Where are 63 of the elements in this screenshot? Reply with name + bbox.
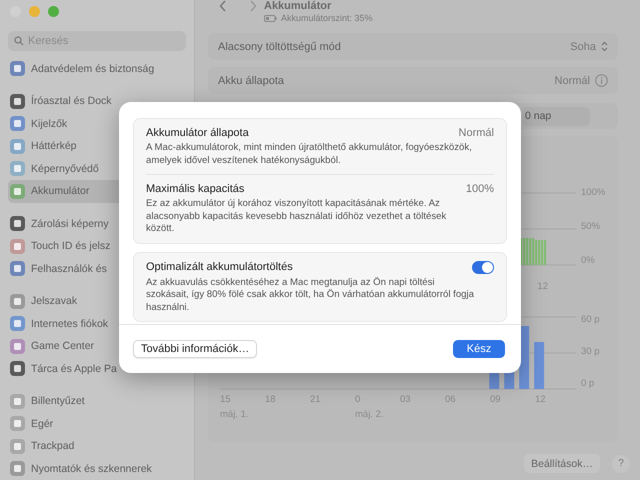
toggle-switch[interactable] [472,260,494,274]
sidebar-app-icon [10,94,25,109]
forward-button[interactable] [249,0,257,12]
sidebar-app-icon [10,461,25,476]
sidebar-item[interactable]: Felhasználók és [8,258,119,280]
sidebar-item[interactable]: Trackpad [8,435,119,458]
more-info-button[interactable]: További információk… [133,340,258,358]
page-title: Akkumulátor [264,0,332,12]
minimize-button[interactable] [29,6,40,17]
sidebar-app-icon [10,184,25,199]
sidebar-app-icon [10,316,25,332]
sidebar-app-icon [10,116,25,132]
sidebar-app-icon [10,416,25,432]
sidebar-app-icon [10,338,25,354]
info-icon[interactable] [595,74,608,87]
setting-label: Akku állapota [218,74,284,86]
sidebar-app-icon [10,261,25,276]
sidebar-item[interactable]: Akkumulátor [8,180,119,202]
sidebar-item[interactable]: Zárolási képerny [8,212,119,235]
sidebar-app-icon [10,61,25,76]
sidebar-item[interactable]: Jelszavak [8,290,119,312]
sidebar-item[interactable]: Billentyűzet [8,390,119,412]
row-description: A Mac-akkumulátorok, mint minden újratölthető akkumulátor, fogyóeszközök, amelyek idővel veszítenek hatékonyságukból. [146,142,473,167]
sidebar-app-icon [10,216,25,232]
sidebar-app-icon [10,238,25,254]
row-description: Ez az akkumulátor új korához viszonyított kapacitásának mértéke. Az alacsonyabb kapacitás kevesebb használati időhöz vezethet a töltések között. [146,198,448,236]
usage-bar [534,342,544,389]
row-title: Optimalizált akkumulátortöltés [146,261,293,273]
setting-value: Normál [554,74,590,86]
row-description: Az akkuavulás csökkentéséhez a Mac megtanulja az Ön napi töltési szokásait, így 80% fölé csak akkor tölt, ha Ön várhatóan akkumulátorról fogja használni. [146,276,475,314]
sidebar-app-icon [10,394,25,409]
done-button[interactable]: Kész [453,340,505,358]
search-icon [14,36,24,46]
back-button[interactable] [219,0,227,12]
stepper-arrows-icon[interactable] [601,41,608,52]
sidebar-item[interactable]: Kijelzők [8,112,119,135]
sidebar-item[interactable]: Internetes fiókok [8,312,119,335]
sidebar-item[interactable]: Háttérkép [8,135,119,158]
sidebar-item[interactable]: Nyomtatók és szkennerek [8,458,154,480]
battery-icon [264,14,277,22]
row-title: Maximális kapacitás [146,183,244,195]
sidebar-item[interactable]: Adatvédelem és biztonság [8,58,156,80]
sidebar-item[interactable]: Tárca és Apple Pa [8,358,119,380]
sidebar-app-icon [10,361,25,376]
row-title: Akkumulátor állapota [146,127,249,139]
row-value: Normál [458,127,494,139]
sidebar-app-icon [10,161,25,176]
setting-label: Alacsony töltöttségű mód [218,40,341,52]
row-value: 100% [466,183,494,195]
sidebar-item[interactable]: Egér [8,412,119,435]
sidebar-item[interactable]: Game Center [8,335,119,358]
sidebar-app-icon [10,294,25,309]
range-selector[interactable]: 0 nap [522,106,590,126]
sidebar-app-icon [10,138,25,154]
sidebar-item[interactable]: Képernyővédő [8,158,119,180]
settings-button[interactable]: Beállítások… [524,454,600,473]
help-button[interactable]: ? [612,454,630,472]
sidebar-item[interactable]: Touch ID és jelsz [8,235,119,258]
setting-value[interactable]: Soha [570,40,596,52]
sidebar-item[interactable]: Íróasztal és Dock [8,90,119,112]
battery-level-text: Akkumulátorszint: 35% [281,13,373,23]
sidebar-app-icon [10,438,25,454]
zoom-button[interactable] [48,6,59,17]
